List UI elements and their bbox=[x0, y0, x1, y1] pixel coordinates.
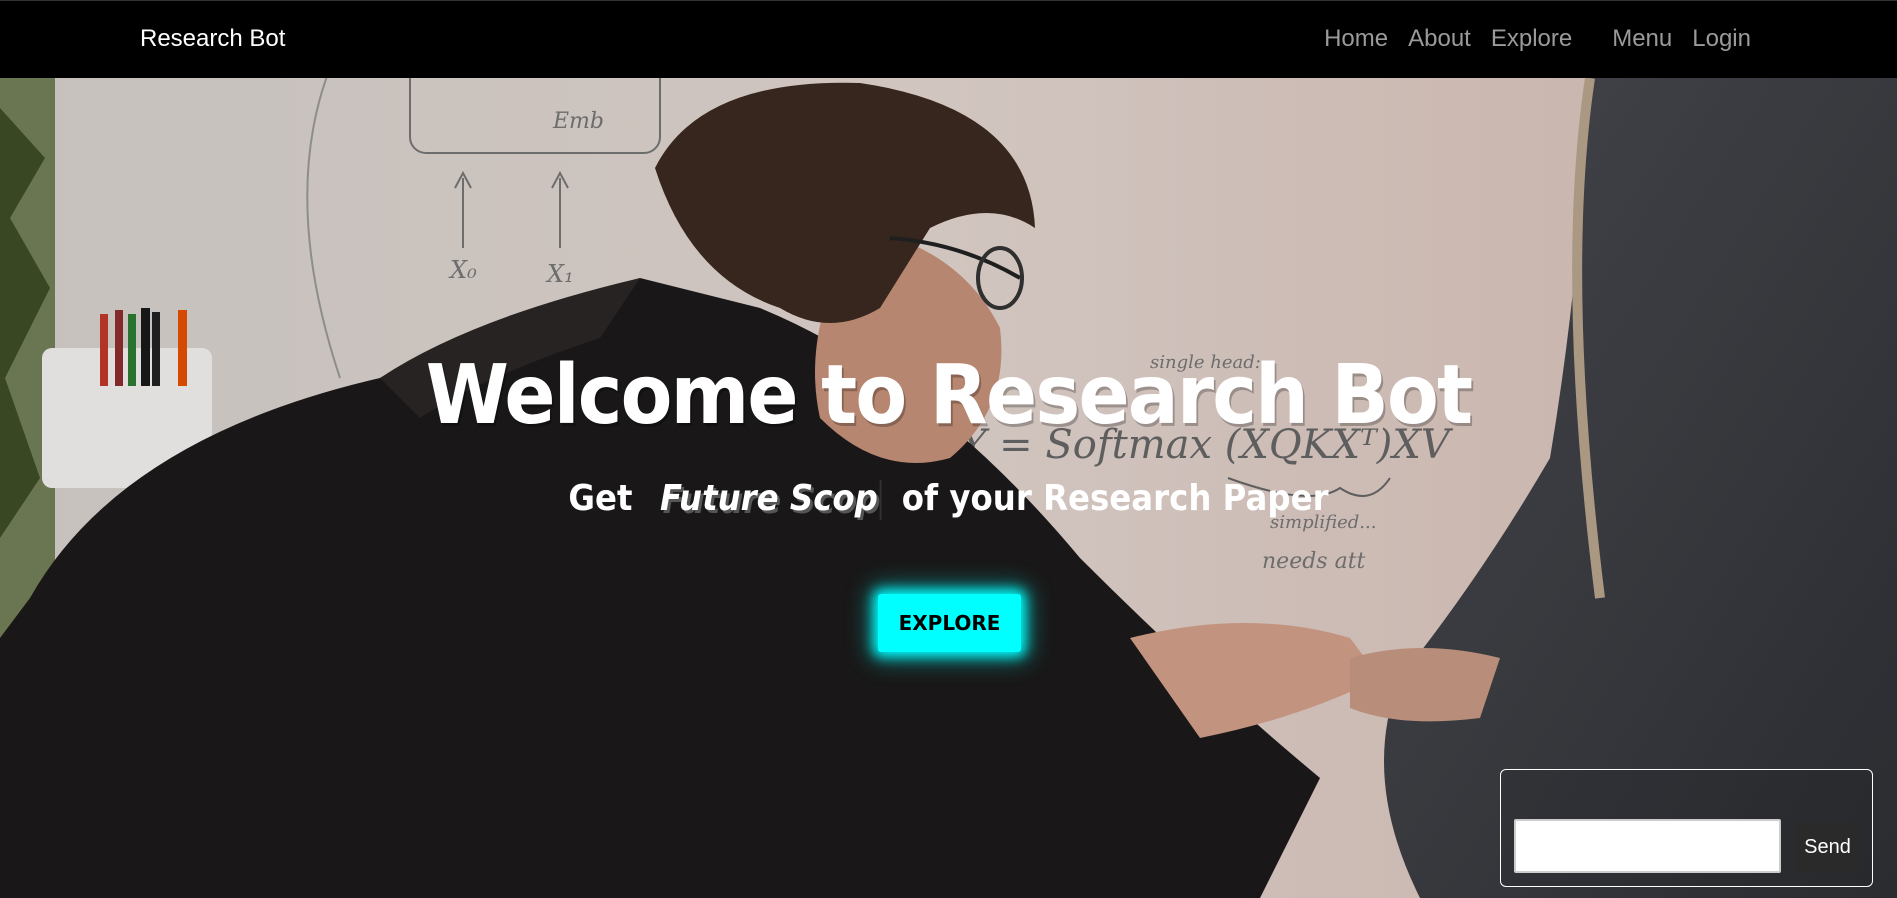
nav-links: Home About Explore Menu Login bbox=[1304, 25, 1751, 53]
chat-input[interactable] bbox=[1514, 819, 1781, 873]
nav-link-login[interactable]: Login bbox=[1692, 25, 1751, 53]
typed-text: Future Scop bbox=[659, 478, 878, 519]
typing-cursor bbox=[879, 480, 882, 520]
nav-link-home[interactable]: Home bbox=[1324, 25, 1388, 53]
hero-title: Welcome to Research Bot bbox=[425, 348, 1473, 443]
explore-button[interactable]: EXPLORE bbox=[878, 594, 1021, 652]
hero-subtitle: Get Future Scop of your Research Paper bbox=[95, 478, 1802, 520]
brand-logo-link[interactable]: Research Bot bbox=[140, 25, 285, 53]
subtitle-prefix: Get bbox=[568, 478, 633, 519]
subtitle-suffix: of your Research Paper bbox=[901, 478, 1329, 519]
top-navbar: Research Bot Home About Explore Menu Log… bbox=[0, 0, 1897, 78]
send-button[interactable]: Send bbox=[1795, 822, 1860, 872]
nav-link-about[interactable]: About bbox=[1408, 25, 1471, 53]
chat-widget: Send bbox=[1500, 769, 1873, 887]
nav-link-menu[interactable]: Menu bbox=[1612, 25, 1672, 53]
nav-link-explore[interactable]: Explore bbox=[1491, 25, 1572, 53]
